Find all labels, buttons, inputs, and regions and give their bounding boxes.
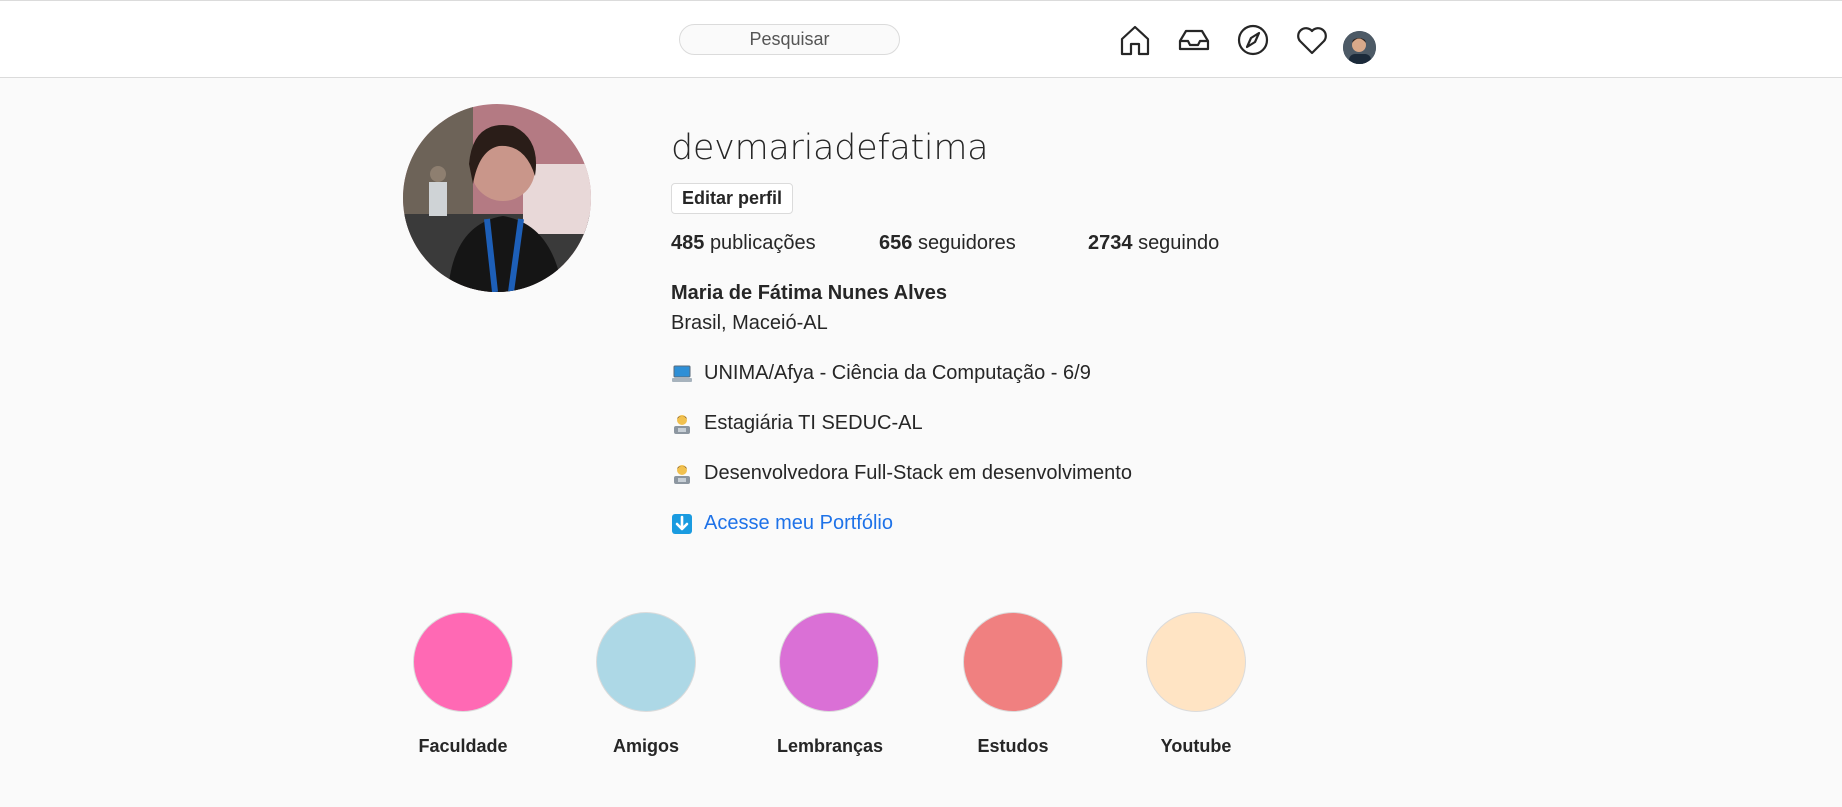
posts-count-label: publicações (709, 232, 816, 254)
highlight-circle[interactable] (1146, 612, 1246, 712)
highlight-circle[interactable] (779, 612, 879, 712)
profile-location: Brasil, Maceió-AL (671, 312, 828, 334)
profile-avatar[interactable] (1343, 31, 1376, 64)
laptop-icon (671, 363, 693, 385)
highlight-item[interactable]: Estudos (961, 612, 1065, 757)
home-icon[interactable] (1118, 23, 1152, 57)
profile-full-name: Maria de Fátima Nunes Alves (671, 282, 948, 304)
profile-username: devmariadefatima (671, 128, 989, 168)
bio-line-portfolio[interactable]: Acesse meu Portfólio (671, 512, 893, 535)
following-count[interactable]: 2734 seguindo (1088, 232, 1219, 255)
highlight-item[interactable]: Lembranças (777, 612, 884, 757)
posts-count: 485 publicações (671, 232, 816, 255)
down-arrow-icon (671, 513, 693, 535)
highlight-circle[interactable] (963, 612, 1063, 712)
followers-count-value: 656 (879, 232, 913, 254)
edit-profile-button[interactable]: Editar perfil (671, 183, 794, 214)
following-count-value: 2734 (1088, 232, 1133, 254)
technologist-icon (671, 413, 693, 435)
bio-line-university: UNIMA/Afya - Ciência da Computação - 6/9 (671, 362, 1091, 385)
bio-text: UNIMA/Afya - Ciência da Computação - 6/9 (704, 362, 1091, 384)
highlight-circle[interactable] (413, 612, 513, 712)
bio-line-developer: Desenvolvedora Full-Stack em desenvolvim… (671, 462, 1132, 485)
technologist-icon (671, 463, 693, 485)
following-count-label: seguindo (1138, 232, 1220, 254)
highlight-label: Youtube (1160, 736, 1232, 756)
profile-photo[interactable] (403, 104, 591, 292)
portfolio-link[interactable]: Acesse meu Portfólio (704, 512, 893, 535)
highlight-item[interactable]: Faculdade (411, 612, 515, 757)
highlight-item[interactable]: Youtube (1144, 612, 1248, 757)
top-navigation-bar: Pesquisar (0, 0, 1842, 78)
highlight-label: Amigos (612, 736, 679, 756)
explore-icon[interactable] (1236, 23, 1270, 57)
highlight-label: Lembranças (777, 736, 884, 756)
followers-count-label: seguidores (917, 232, 1016, 254)
posts-count-value: 485 (671, 232, 705, 254)
bio-text: Estagiária TI SEDUC-AL (704, 412, 923, 434)
inbox-icon[interactable] (1177, 23, 1211, 57)
bio-line-internship: Estagiária TI SEDUC-AL (671, 412, 923, 435)
bio-text: Desenvolvedora Full-Stack em desenvolvim… (704, 462, 1132, 484)
followers-count[interactable]: 656 seguidores (879, 232, 1016, 255)
highlight-label: Estudos (977, 736, 1049, 756)
highlight-label: Faculdade (418, 736, 508, 756)
highlight-circle[interactable] (596, 612, 696, 712)
highlight-item[interactable]: Amigos (594, 612, 698, 757)
activity-heart-icon[interactable] (1295, 23, 1329, 57)
search-input[interactable]: Pesquisar (679, 24, 900, 55)
